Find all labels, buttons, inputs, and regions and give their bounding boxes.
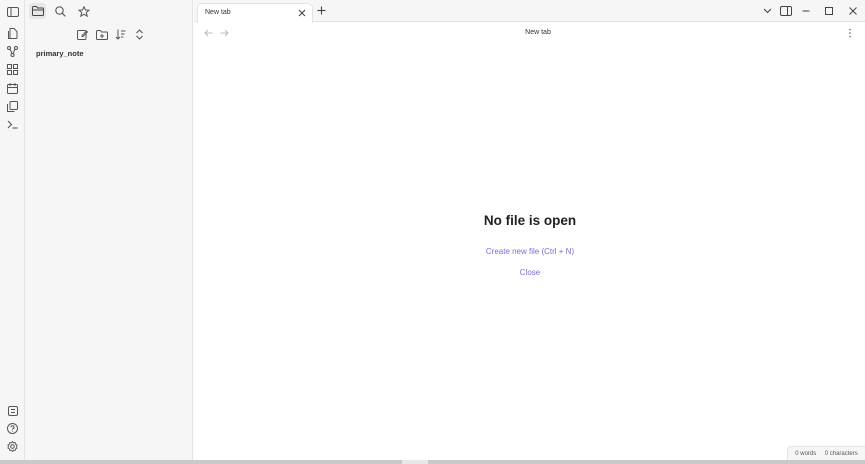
more-options-icon[interactable] [847,28,853,38]
vault-switcher-icon[interactable] [6,404,19,417]
tab-title: New tab [205,9,231,16]
create-new-file-link[interactable]: Create new file (Ctrl + N) [430,247,630,256]
status-bar: 0 words 0 characters [787,446,865,460]
search-icon[interactable] [52,3,69,19]
word-count: 0 words [795,450,817,457]
character-count: 0 characters [824,450,858,457]
new-tab-icon[interactable] [317,6,326,15]
close-tab-icon[interactable] [298,9,306,17]
ribbon [0,0,25,460]
bookmarks-icon[interactable] [75,3,92,19]
back-arrow-icon[interactable] [204,29,213,37]
forward-arrow-icon[interactable] [220,29,229,37]
scroll-handle[interactable] [402,460,428,464]
sidebar-tab-icons [29,3,92,19]
sort-icon[interactable] [114,28,127,41]
command-palette-icon[interactable] [6,118,19,131]
close-window-icon[interactable] [847,6,859,16]
settings-icon[interactable] [6,440,19,453]
file-explorer-toolbar [76,28,146,41]
collapse-icon[interactable] [133,28,146,41]
templates-icon[interactable] [6,100,19,113]
new-note-icon[interactable] [76,28,89,41]
close-link[interactable]: Close [430,268,630,277]
maximize-icon[interactable] [823,6,835,16]
window-bottom-edge [0,460,865,464]
right-sidebar-toggle-icon[interactable] [780,6,792,16]
view-title: New tab [525,29,551,36]
sidebar-toggle-icon[interactable] [6,5,19,18]
tab-list-chevron-icon[interactable] [761,6,773,16]
minimize-icon[interactable] [800,6,812,16]
graph-view-icon[interactable] [6,45,19,58]
file-item[interactable]: primary_note [36,49,84,58]
help-icon[interactable] [6,422,19,435]
new-folder-icon[interactable] [95,28,108,41]
file-explorer-sidebar [25,0,193,460]
empty-state-title: No file is open [483,213,577,228]
open-quick-switcher-icon[interactable] [6,27,19,40]
daily-note-icon[interactable] [6,82,19,95]
canvas-icon[interactable] [6,63,19,76]
files-icon[interactable] [29,3,46,19]
tab-new-tab[interactable]: New tab [197,3,313,23]
